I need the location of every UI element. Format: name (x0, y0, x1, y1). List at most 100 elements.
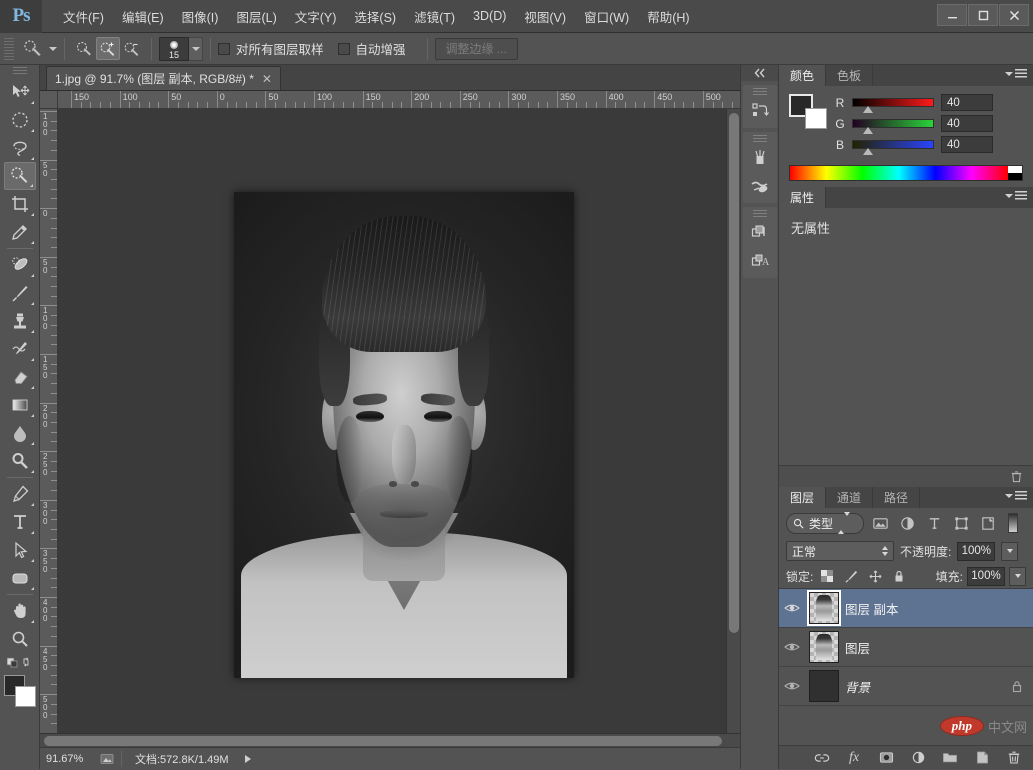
brush-size-preview[interactable]: 15 (159, 36, 189, 61)
lock-position-icon[interactable] (865, 566, 885, 586)
dock-group-grip[interactable] (752, 135, 767, 142)
shape-filter-icon[interactable] (950, 512, 972, 534)
ruler-origin[interactable] (40, 91, 58, 109)
character-styles-panel-icon[interactable]: A (745, 247, 775, 275)
lasso-tool[interactable] (4, 134, 36, 162)
link-layers-button[interactable] (813, 749, 831, 767)
image-canvas[interactable] (234, 192, 574, 678)
green-value-field[interactable]: 40 (941, 115, 993, 132)
menu-3d[interactable]: 3D(D) (464, 5, 515, 27)
clone-stamp-tool[interactable] (4, 307, 36, 335)
properties-panel-menu-button[interactable] (1005, 191, 1027, 201)
brush-picker-button[interactable] (188, 36, 203, 61)
gradient-tool[interactable] (4, 391, 36, 419)
background-color-swatch[interactable] (14, 686, 36, 707)
blend-mode-select[interactable]: 正常 (786, 541, 894, 561)
dock-group-grip[interactable] (752, 88, 767, 95)
new-layer-button[interactable] (973, 749, 991, 767)
tab-layers[interactable]: 图层 (779, 487, 827, 508)
green-slider-thumb[interactable] (863, 127, 873, 134)
hand-tool[interactable] (4, 597, 36, 625)
new-selection-button[interactable] (72, 37, 96, 60)
refine-edge-button[interactable]: 调整边缘 ... (434, 37, 518, 60)
status-menu-arrow-icon[interactable] (244, 754, 251, 763)
background-color-swatch[interactable] (805, 108, 827, 129)
layer-name[interactable]: 图层 (845, 638, 870, 657)
delete-layer-button[interactable] (1005, 749, 1023, 767)
subtract-from-selection-button[interactable] (120, 37, 144, 60)
vertical-scroll-thumb[interactable] (729, 113, 739, 633)
table-row[interactable]: 背景 (779, 667, 1033, 706)
horizontal-scroll-thumb[interactable] (44, 736, 722, 746)
menu-window[interactable]: 窗口(W) (575, 3, 638, 30)
delete-properties-icon[interactable] (1007, 468, 1025, 486)
path-selection-tool[interactable] (4, 536, 36, 564)
color-spectrum-bar[interactable] (789, 165, 1023, 181)
menu-view[interactable]: 视图(V) (515, 3, 575, 30)
menu-image[interactable]: 图像(I) (173, 3, 228, 30)
green-slider-track[interactable] (852, 119, 934, 134)
smart-object-filter-icon[interactable] (977, 512, 999, 534)
tools-panel-grip[interactable] (12, 67, 27, 76)
minimize-button[interactable] (937, 4, 967, 26)
eyedropper-tool[interactable] (4, 218, 36, 246)
blur-tool[interactable] (4, 419, 36, 447)
canvas-horizontal-scrollbar[interactable] (40, 733, 740, 747)
pen-tool[interactable] (4, 480, 36, 508)
filter-stepper[interactable] (838, 512, 851, 534)
dodge-tool[interactable] (4, 447, 36, 475)
layer-comps-panel-icon[interactable] (745, 219, 775, 247)
default-colors-control[interactable] (6, 655, 33, 669)
options-bar-grip[interactable] (4, 37, 14, 60)
tab-color[interactable]: 颜色 (779, 65, 827, 86)
document-info-icon[interactable] (96, 748, 118, 770)
red-value-field[interactable]: 40 (941, 94, 993, 111)
move-tool[interactable] (4, 78, 36, 106)
crop-tool[interactable] (4, 190, 36, 218)
canvas-vertical-scrollbar[interactable] (726, 109, 740, 733)
filter-toggle-switch[interactable] (1008, 513, 1018, 533)
fill-dropdown-button[interactable] (1009, 566, 1026, 586)
blue-slider-thumb[interactable] (863, 148, 873, 155)
pixel-filter-icon[interactable] (869, 512, 891, 534)
menu-file[interactable]: 文件(F) (54, 3, 113, 30)
horizontal-type-tool[interactable] (4, 508, 36, 536)
dock-group-grip[interactable] (752, 210, 767, 217)
fill-value-field[interactable]: 100% (967, 566, 1005, 586)
zoom-level-field[interactable]: 91.67% (40, 753, 96, 765)
tool-preset-chevron-down-icon[interactable] (49, 46, 57, 51)
menu-edit[interactable]: 编辑(E) (113, 3, 173, 30)
layer-mask-button[interactable] (877, 749, 895, 767)
spot-healing-brush-tool[interactable] (4, 251, 36, 279)
tab-paths[interactable]: 路径 (873, 487, 921, 508)
layer-thumbnail[interactable] (809, 631, 839, 663)
color-swatches[interactable] (3, 675, 37, 707)
menu-select[interactable]: 选择(S) (345, 3, 405, 30)
lock-image-pixels-icon[interactable] (841, 566, 861, 586)
layer-thumbnail[interactable] (809, 670, 839, 702)
history-brush-tool[interactable] (4, 335, 36, 363)
layer-visibility-toggle[interactable] (781, 680, 803, 692)
canvas-viewport[interactable] (58, 109, 726, 733)
rounded-rectangle-tool[interactable] (4, 564, 36, 592)
layer-style-button[interactable]: fx (845, 749, 863, 767)
new-group-button[interactable] (941, 749, 959, 767)
blue-value-field[interactable]: 40 (941, 136, 993, 153)
spectrum-gradient[interactable] (790, 166, 1008, 180)
tab-properties[interactable]: 属性 (779, 187, 827, 208)
adjustment-layer-button[interactable] (909, 749, 927, 767)
add-to-selection-button[interactable] (96, 37, 120, 60)
table-row[interactable]: 图层 副本 (779, 589, 1033, 628)
menu-help[interactable]: 帮助(H) (638, 3, 698, 30)
tab-swatches[interactable]: 色板 (826, 65, 874, 86)
eraser-tool[interactable] (4, 363, 36, 391)
spectrum-white[interactable] (1008, 166, 1022, 173)
tab-channels[interactable]: 通道 (826, 487, 874, 508)
horizontal-ruler[interactable]: 150 100 50 0 50 100 150 200 250 300 350 400 450 500 (58, 91, 740, 109)
vertical-ruler[interactable]: 10050050100150200250300350400450500550 (40, 109, 58, 733)
quick-selection-tool[interactable] (3, 162, 36, 190)
opacity-value-field[interactable]: 100% (957, 541, 996, 561)
red-slider-track[interactable] (852, 98, 934, 113)
opacity-dropdown-button[interactable] (1001, 541, 1019, 561)
color-swatch-pair[interactable] (789, 94, 827, 129)
